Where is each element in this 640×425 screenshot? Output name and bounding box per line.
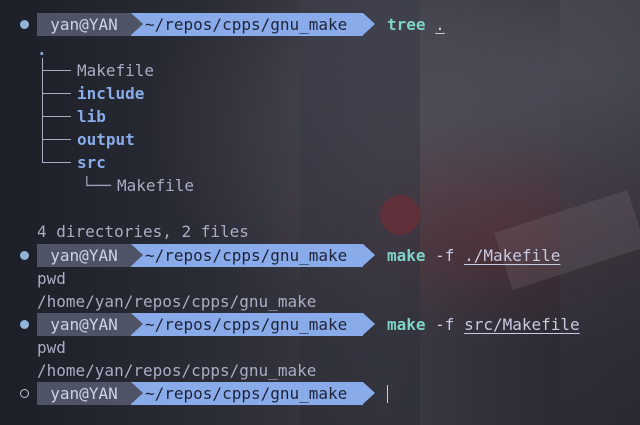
tree-root-line: . bbox=[0, 38, 47, 61]
output-text: pwd bbox=[37, 338, 66, 357]
command-name: make bbox=[387, 246, 426, 265]
tree-connector bbox=[42, 70, 71, 94]
tree-entry: Makefile bbox=[0, 59, 154, 82]
command-flag: -f bbox=[435, 315, 455, 334]
prompt-path-segment: ~/repos/cpps/gnu_make bbox=[131, 382, 375, 405]
prompt-line: yan@YAN ~/repos/cpps/gnu_make make -f ./… bbox=[0, 244, 560, 267]
wallpaper-shape bbox=[494, 189, 640, 291]
tree-entry: lib bbox=[0, 105, 106, 128]
prompt-line: yan@YAN ~/repos/cpps/gnu_make tree . bbox=[0, 13, 445, 36]
prompt-path-segment: ~/repos/cpps/gnu_make bbox=[131, 244, 375, 267]
tree-connector bbox=[42, 116, 71, 140]
text-cursor[interactable] bbox=[387, 385, 388, 403]
output-text: /home/yan/repos/cpps/gnu_make bbox=[37, 361, 317, 380]
output-line: pwd bbox=[0, 336, 66, 359]
hollow-dot-icon bbox=[20, 389, 29, 398]
tree-entry: output bbox=[0, 128, 135, 151]
tree-connector bbox=[42, 93, 71, 117]
output-line: pwd bbox=[0, 267, 66, 290]
command-target: . bbox=[435, 15, 445, 34]
tree-entry: src bbox=[0, 151, 106, 174]
tree-entry-name: include bbox=[77, 84, 145, 103]
tree-entry-name: output bbox=[77, 130, 135, 149]
filled-dot-icon bbox=[20, 320, 29, 329]
prompt-user-segment: yan@YAN bbox=[37, 313, 143, 336]
command-name: make bbox=[387, 315, 426, 334]
tree-entry: include bbox=[0, 82, 144, 105]
prompt-path-segment: ~/repos/cpps/gnu_make bbox=[131, 313, 375, 336]
output-line: /home/yan/repos/cpps/gnu_make bbox=[0, 290, 316, 313]
command-text: make -f src/Makefile bbox=[387, 313, 580, 336]
tree-summary-line: 4 directories, 2 files bbox=[0, 220, 249, 243]
tree-entry-name: lib bbox=[77, 107, 106, 126]
wallpaper-shape bbox=[300, 0, 420, 425]
output-line: /home/yan/repos/cpps/gnu_make bbox=[0, 359, 316, 382]
filled-dot-icon bbox=[20, 251, 29, 260]
filled-dot-icon bbox=[20, 20, 29, 29]
prompt-user-segment: yan@YAN bbox=[37, 13, 143, 36]
tree-entry-name: Makefile bbox=[117, 176, 195, 195]
output-text: pwd bbox=[37, 269, 66, 288]
tree-entry-name: src bbox=[77, 153, 106, 172]
wallpaper-shape bbox=[380, 195, 420, 235]
command-target: src/Makefile bbox=[464, 315, 580, 334]
wallpaper-shape bbox=[560, 0, 640, 425]
prompt-user-segment: yan@YAN bbox=[37, 382, 143, 405]
command-flag: -f bbox=[435, 246, 455, 265]
command-text: make -f ./Makefile bbox=[387, 244, 560, 267]
tree-connector bbox=[42, 139, 71, 163]
command-target: ./Makefile bbox=[464, 246, 561, 265]
tree-branch-glyph: └── bbox=[82, 176, 111, 195]
active-prompt-line[interactable]: yan@YAN ~/repos/cpps/gnu_make bbox=[0, 382, 388, 405]
command-text: tree . bbox=[387, 13, 445, 36]
prompt-user-segment: yan@YAN bbox=[37, 244, 143, 267]
command-name: tree bbox=[387, 15, 426, 34]
prompt-line: yan@YAN ~/repos/cpps/gnu_make make -f sr… bbox=[0, 313, 580, 336]
tree-entry-name: Makefile bbox=[77, 61, 155, 80]
tree-summary: 4 directories, 2 files bbox=[37, 222, 249, 241]
terminal-window[interactable]: yan@YAN ~/repos/cpps/gnu_make tree . . M… bbox=[0, 0, 640, 425]
prompt-path-segment: ~/repos/cpps/gnu_make bbox=[131, 13, 375, 36]
output-text: /home/yan/repos/cpps/gnu_make bbox=[37, 292, 317, 311]
tree-sub-entry: └── Makefile bbox=[0, 174, 194, 197]
